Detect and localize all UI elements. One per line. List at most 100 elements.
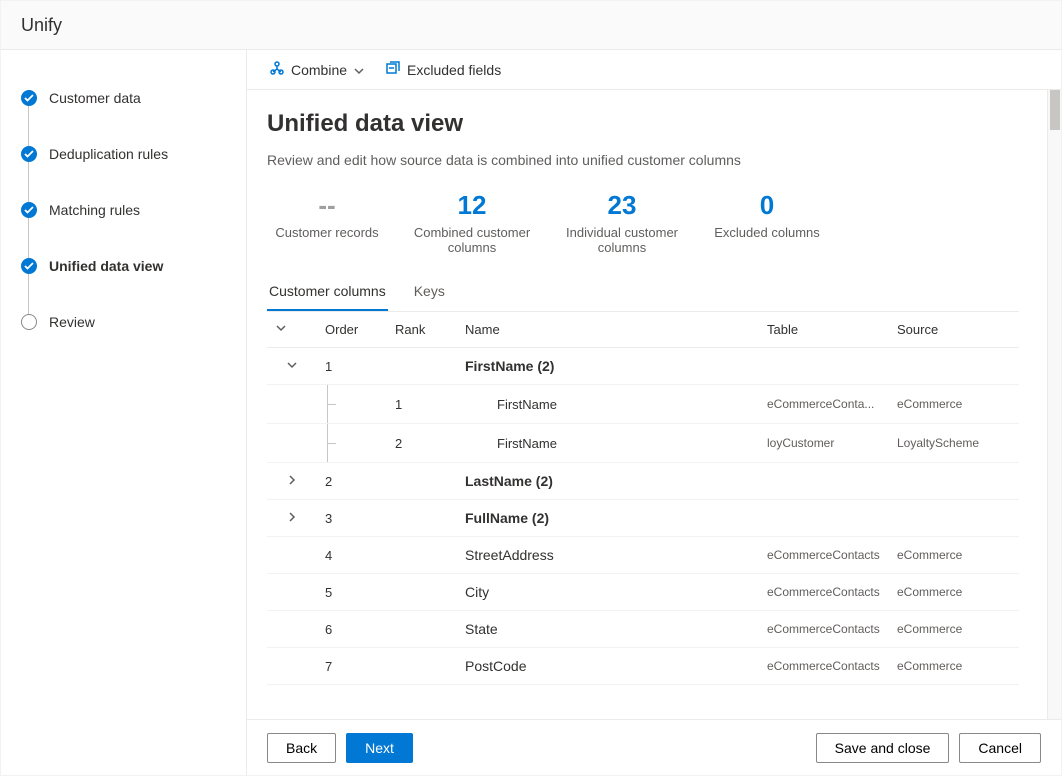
- cell-table: loyCustomer: [759, 424, 889, 463]
- cell-table: [759, 348, 889, 385]
- stat-card: 23 Individual customer columns: [557, 190, 687, 255]
- combine-button[interactable]: Combine: [267, 56, 367, 83]
- cell-name: State: [457, 611, 759, 648]
- cell-order: 2: [317, 463, 387, 500]
- wizard-step[interactable]: Matching rules: [21, 202, 246, 218]
- cell-name: LastName (2): [457, 463, 759, 500]
- cell-source: [889, 348, 1019, 385]
- table-row[interactable]: 5 CityeCommerceContactseCommerce: [267, 574, 1019, 611]
- scrollbar[interactable]: [1047, 90, 1061, 719]
- cell-rank: [387, 537, 457, 574]
- stat-label: Customer records: [267, 225, 387, 240]
- chevron-down-icon[interactable]: [275, 322, 287, 334]
- step-label: Customer data: [49, 90, 141, 106]
- cell-source: [889, 463, 1019, 500]
- tab-keys[interactable]: Keys: [412, 273, 447, 311]
- step-label: Deduplication rules: [49, 146, 168, 162]
- column-header-source[interactable]: Source: [889, 312, 1019, 348]
- checkmark-icon: [21, 90, 37, 106]
- command-bar: Combine Excluded fields: [247, 50, 1061, 90]
- stat-value: 12: [407, 190, 537, 221]
- wizard-sidebar: Customer data Deduplication rules Matching…: [1, 50, 246, 775]
- table-row[interactable]: 2FirstNameloyCustomerLoyaltyScheme: [267, 424, 1019, 463]
- stat-value: 23: [557, 190, 687, 221]
- cell-order: 6: [317, 611, 387, 648]
- stat-card: -- Customer records: [267, 190, 387, 255]
- combine-label: Combine: [291, 62, 347, 78]
- wizard-step[interactable]: Deduplication rules: [21, 146, 246, 162]
- cell-rank: 1: [387, 385, 457, 424]
- excluded-fields-icon: [385, 60, 401, 79]
- cell-source: eCommerce: [889, 648, 1019, 685]
- cell-name: PostCode: [457, 648, 759, 685]
- cell-name: City: [457, 574, 759, 611]
- table-row[interactable]: 7 PostCodeeCommerceContactseCommerce: [267, 648, 1019, 685]
- cancel-button[interactable]: Cancel: [959, 733, 1041, 763]
- tab-customer-columns[interactable]: Customer columns: [267, 273, 388, 311]
- back-button[interactable]: Back: [267, 733, 336, 763]
- cell-source: [889, 500, 1019, 537]
- cell-order: 5: [317, 574, 387, 611]
- stat-label: Individual customer columns: [557, 225, 687, 255]
- table-row[interactable]: 2 LastName (2): [267, 463, 1019, 500]
- cell-source: eCommerce: [889, 537, 1019, 574]
- page-header: Unify: [1, 1, 1061, 50]
- cell-name: FirstName (2): [457, 348, 759, 385]
- cell-table: eCommerceContacts: [759, 648, 889, 685]
- chevron-right-icon[interactable]: [286, 511, 298, 523]
- page-description: Review and edit how source data is combi…: [267, 152, 1019, 168]
- page-title: Unified data view: [267, 110, 1019, 138]
- wizard-step[interactable]: Unified data view: [21, 258, 246, 274]
- checkmark-icon: [21, 202, 37, 218]
- cell-rank: 2: [387, 424, 457, 463]
- cell-name: FirstName: [457, 385, 759, 424]
- cell-source: eCommerce: [889, 574, 1019, 611]
- cell-rank: [387, 574, 457, 611]
- table-row[interactable]: 1FirstNameeCommerceConta...eCommerce: [267, 385, 1019, 424]
- excluded-fields-button[interactable]: Excluded fields: [383, 56, 503, 83]
- chevron-right-icon[interactable]: [286, 474, 298, 486]
- cell-order: 4: [317, 537, 387, 574]
- step-label: Unified data view: [49, 258, 163, 274]
- stat-value: --: [267, 190, 387, 221]
- cell-source: eCommerce: [889, 385, 1019, 424]
- table-row[interactable]: 1FirstName (2): [267, 348, 1019, 385]
- stats-row: --Customer records12Combined customer co…: [267, 190, 1019, 255]
- cell-rank: [387, 348, 457, 385]
- next-button[interactable]: Next: [346, 733, 413, 763]
- cell-name: FullName (2): [457, 500, 759, 537]
- wizard-step[interactable]: Customer data: [21, 90, 246, 106]
- stat-label: Excluded columns: [707, 225, 827, 240]
- cell-table: [759, 463, 889, 500]
- cell-source: LoyaltyScheme: [889, 424, 1019, 463]
- column-header-order[interactable]: Order: [317, 312, 387, 348]
- footer: Back Next Save and close Cancel: [247, 719, 1061, 775]
- stat-value: 0: [707, 190, 827, 221]
- table-row[interactable]: 4StreetAddresseCommerceContactseCommerce: [267, 537, 1019, 574]
- cell-rank: [387, 648, 457, 685]
- save-and-close-button[interactable]: Save and close: [816, 733, 950, 763]
- column-header-name[interactable]: Name: [457, 312, 759, 348]
- checkmark-icon: [21, 146, 37, 162]
- scrollbar-thumb[interactable]: [1050, 90, 1060, 130]
- cell-table: eCommerceContacts: [759, 611, 889, 648]
- wizard-step[interactable]: Review: [21, 314, 246, 330]
- step-label: Matching rules: [49, 202, 140, 218]
- step-label: Review: [49, 314, 95, 330]
- excluded-fields-label: Excluded fields: [407, 62, 501, 78]
- app-title: Unify: [21, 15, 62, 36]
- column-header-rank[interactable]: Rank: [387, 312, 457, 348]
- cell-rank: [387, 500, 457, 537]
- table-row[interactable]: 3FullName (2): [267, 500, 1019, 537]
- columns-table: Order Rank Name Table Source 1FirstName …: [267, 312, 1019, 685]
- table-row[interactable]: 6StateeCommerceContactseCommerce: [267, 611, 1019, 648]
- cell-table: eCommerceConta...: [759, 385, 889, 424]
- chevron-down-icon[interactable]: [286, 359, 298, 371]
- checkmark-icon: [21, 258, 37, 274]
- column-header-table[interactable]: Table: [759, 312, 889, 348]
- stat-card: 0 Excluded columns: [707, 190, 827, 255]
- chevron-down-icon: [353, 64, 365, 76]
- cell-order: 7: [317, 648, 387, 685]
- cell-table: eCommerceContacts: [759, 574, 889, 611]
- cell-rank: [387, 463, 457, 500]
